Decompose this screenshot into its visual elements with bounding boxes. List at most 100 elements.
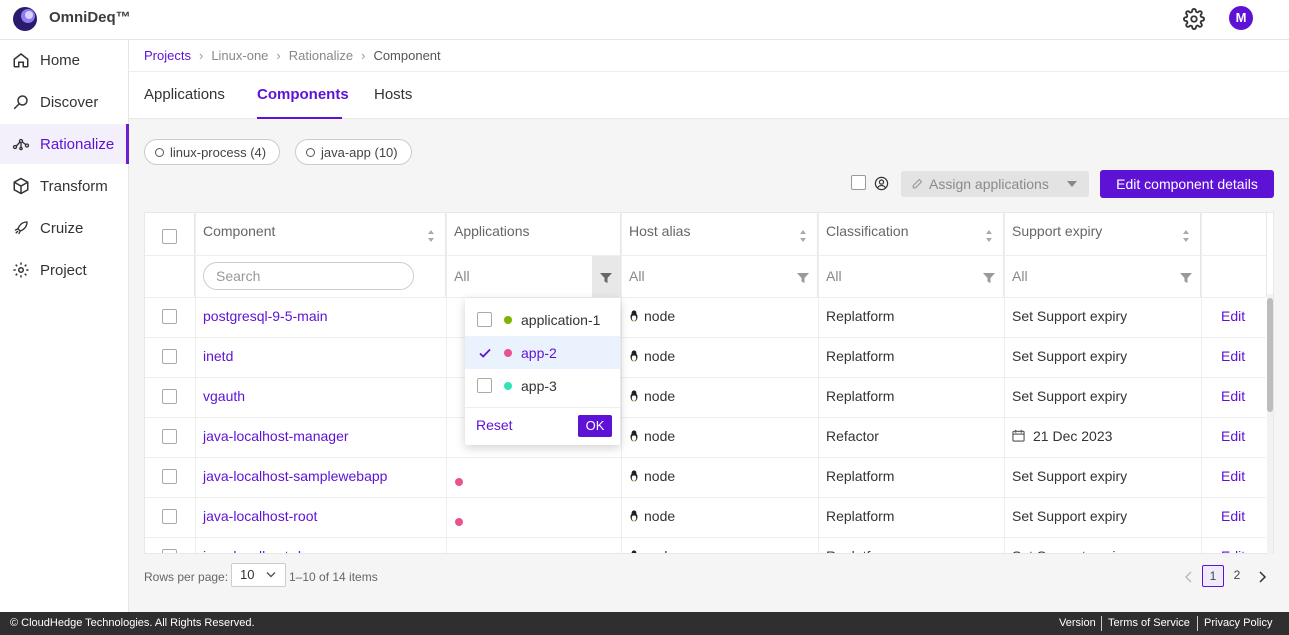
sidebar-item-home[interactable]: Home <box>0 40 129 80</box>
sidebar-item-label: Cruize <box>40 219 84 237</box>
edit-component-details-button[interactable]: Edit component details <box>1100 170 1274 198</box>
edit-row-link[interactable]: Edit <box>1221 428 1245 444</box>
user-circle-icon[interactable] <box>874 176 889 191</box>
tab-applications[interactable]: Applications <box>144 86 225 103</box>
edit-row-link[interactable]: Edit <box>1221 388 1245 404</box>
row-checkbox[interactable] <box>162 389 177 404</box>
breadcrumb-projects[interactable]: Projects <box>144 48 191 63</box>
edit-row-link[interactable]: Edit <box>1221 548 1245 553</box>
funnel-icon[interactable] <box>1180 272 1192 284</box>
assign-applications-button[interactable]: Assign applications <box>901 171 1089 197</box>
component-link[interactable]: vgauth <box>203 388 245 404</box>
table-row: inetd node Replatform Set Support expiry Edi… <box>145 337 1266 377</box>
host-alias-cell: node <box>629 508 675 524</box>
support-expiry-cell[interactable]: Set Support expiry <box>1012 308 1127 324</box>
row-checkbox[interactable] <box>162 549 177 553</box>
sidebar-item-cruize[interactable]: Cruize <box>0 208 129 248</box>
next-page-icon[interactable] <box>1257 571 1267 583</box>
app-color-dot <box>504 381 512 390</box>
cube-icon <box>13 177 29 195</box>
classification-filter-value[interactable]: All <box>826 268 842 284</box>
edit-row-link[interactable]: Edit <box>1221 508 1245 524</box>
sort-icon[interactable] <box>985 229 993 243</box>
filter-ok-button[interactable]: OK <box>578 415 612 437</box>
row-checkbox[interactable] <box>162 429 177 444</box>
user-avatar[interactable]: M <box>1229 6 1253 30</box>
sidebar-item-project[interactable]: Project <box>0 250 129 290</box>
component-link[interactable]: java-localhost-root <box>203 508 317 524</box>
page-1-button[interactable]: 1 <box>1202 565 1224 587</box>
component-link[interactable]: java-localhost-samplewebapp <box>203 468 387 484</box>
sidebar-item-transform[interactable]: Transform <box>0 166 129 206</box>
row-checkbox[interactable] <box>162 509 177 524</box>
component-search-input[interactable]: Search <box>203 262 414 290</box>
support-expiry-cell[interactable]: Set Support expiry <box>1012 468 1127 484</box>
option-checkbox[interactable] <box>477 312 492 327</box>
component-link[interactable]: java-localhost-manager <box>203 428 349 444</box>
component-link[interactable]: inetd <box>203 348 233 364</box>
sidebar-item-discover[interactable]: Discover <box>0 82 129 122</box>
funnel-icon <box>600 273 612 283</box>
column-header-host-alias[interactable]: Host alias All <box>621 213 818 297</box>
support-expiry-filter-value[interactable]: All <box>1012 268 1028 284</box>
filter-reset-button[interactable]: Reset <box>476 417 513 433</box>
applications-filter-trigger[interactable] <box>592 256 620 298</box>
column-header-applications[interactable]: Applications All <box>446 213 621 298</box>
funnel-icon[interactable] <box>983 272 995 284</box>
support-expiry-cell[interactable]: Set Support expiry <box>1012 508 1127 524</box>
column-header-support-expiry[interactable]: Support expiry All <box>1004 213 1201 297</box>
classification-cell: Replatform <box>826 348 895 364</box>
row-checkbox[interactable] <box>162 469 177 484</box>
support-expiry-cell[interactable]: 21 Dec 2023 <box>1012 428 1112 444</box>
sort-icon[interactable] <box>427 229 435 243</box>
row-checkbox[interactable] <box>162 309 177 324</box>
host-alias-cell: node <box>629 308 675 324</box>
edit-row-link[interactable]: Edit <box>1221 468 1245 484</box>
footer-terms-link[interactable]: Terms of Service <box>1108 617 1190 629</box>
breadcrumb-rationalize[interactable]: Rationalize <box>289 48 353 63</box>
component-link[interactable]: postgresql-9-5-main <box>203 308 328 324</box>
support-expiry-cell[interactable]: Set Support expiry <box>1012 548 1127 553</box>
filter-option-application-1[interactable]: application-1 <box>465 303 620 336</box>
host-alias-cell: node <box>629 468 675 484</box>
edit-row-link[interactable]: Edit <box>1221 348 1245 364</box>
footer-version-link[interactable]: Version <box>1059 617 1096 629</box>
checkmark-icon[interactable] <box>479 347 491 359</box>
breadcrumb-project-name[interactable]: Linux-one <box>211 48 268 63</box>
filter-chip-linux-process[interactable]: linux-process (4) <box>144 139 281 165</box>
previous-page-icon[interactable] <box>1184 571 1194 583</box>
sidebar-item-rationalize[interactable]: Rationalize <box>0 124 129 164</box>
filter-chip-java-app[interactable]: java-app (10) <box>295 139 412 165</box>
page-2-button[interactable]: 2 <box>1226 565 1248 587</box>
footer-privacy-link[interactable]: Privacy Policy <box>1204 617 1272 629</box>
component-link[interactable]: java-localhost-docs <box>203 548 323 553</box>
column-header-classification[interactable]: Classification All <box>818 213 1004 297</box>
filter-option-app-2[interactable]: app-2 <box>465 336 620 369</box>
linux-penguin-icon <box>630 390 638 402</box>
tab-hosts[interactable]: Hosts <box>374 86 412 103</box>
linux-penguin-icon <box>630 310 638 322</box>
select-all-checkbox[interactable] <box>162 229 177 244</box>
table-row: java-localhost-manager node Refactor 21 Dec… <box>145 417 1266 457</box>
toolbar-checkbox[interactable] <box>851 175 866 190</box>
sort-icon[interactable] <box>1182 229 1190 243</box>
filter-option-app-3[interactable]: app-3 <box>465 369 620 402</box>
settings-gear-icon[interactable] <box>1183 8 1205 30</box>
applications-filter-value[interactable]: All <box>454 268 470 284</box>
option-checkbox[interactable] <box>477 378 492 393</box>
host-alias-filter-value[interactable]: All <box>629 268 645 284</box>
table-scrollbar[interactable] <box>1267 294 1273 554</box>
row-checkbox[interactable] <box>162 349 177 364</box>
support-expiry-cell[interactable]: Set Support expiry <box>1012 348 1127 364</box>
sort-icon[interactable] <box>799 229 807 243</box>
column-header-component[interactable]: Component Search <box>195 213 446 297</box>
chevron-down-icon <box>266 572 276 578</box>
edit-row-link[interactable]: Edit <box>1221 308 1245 324</box>
tab-components[interactable]: Components <box>257 86 349 103</box>
scrollbar-thumb[interactable] <box>1267 298 1273 412</box>
support-expiry-cell[interactable]: Set Support expiry <box>1012 388 1127 404</box>
rows-per-page-select[interactable]: 10 <box>231 563 286 587</box>
funnel-icon[interactable] <box>797 272 809 284</box>
copyright-text: © CloudHedge Technologies. All Rights Re… <box>10 617 255 629</box>
application-dot <box>455 473 463 489</box>
